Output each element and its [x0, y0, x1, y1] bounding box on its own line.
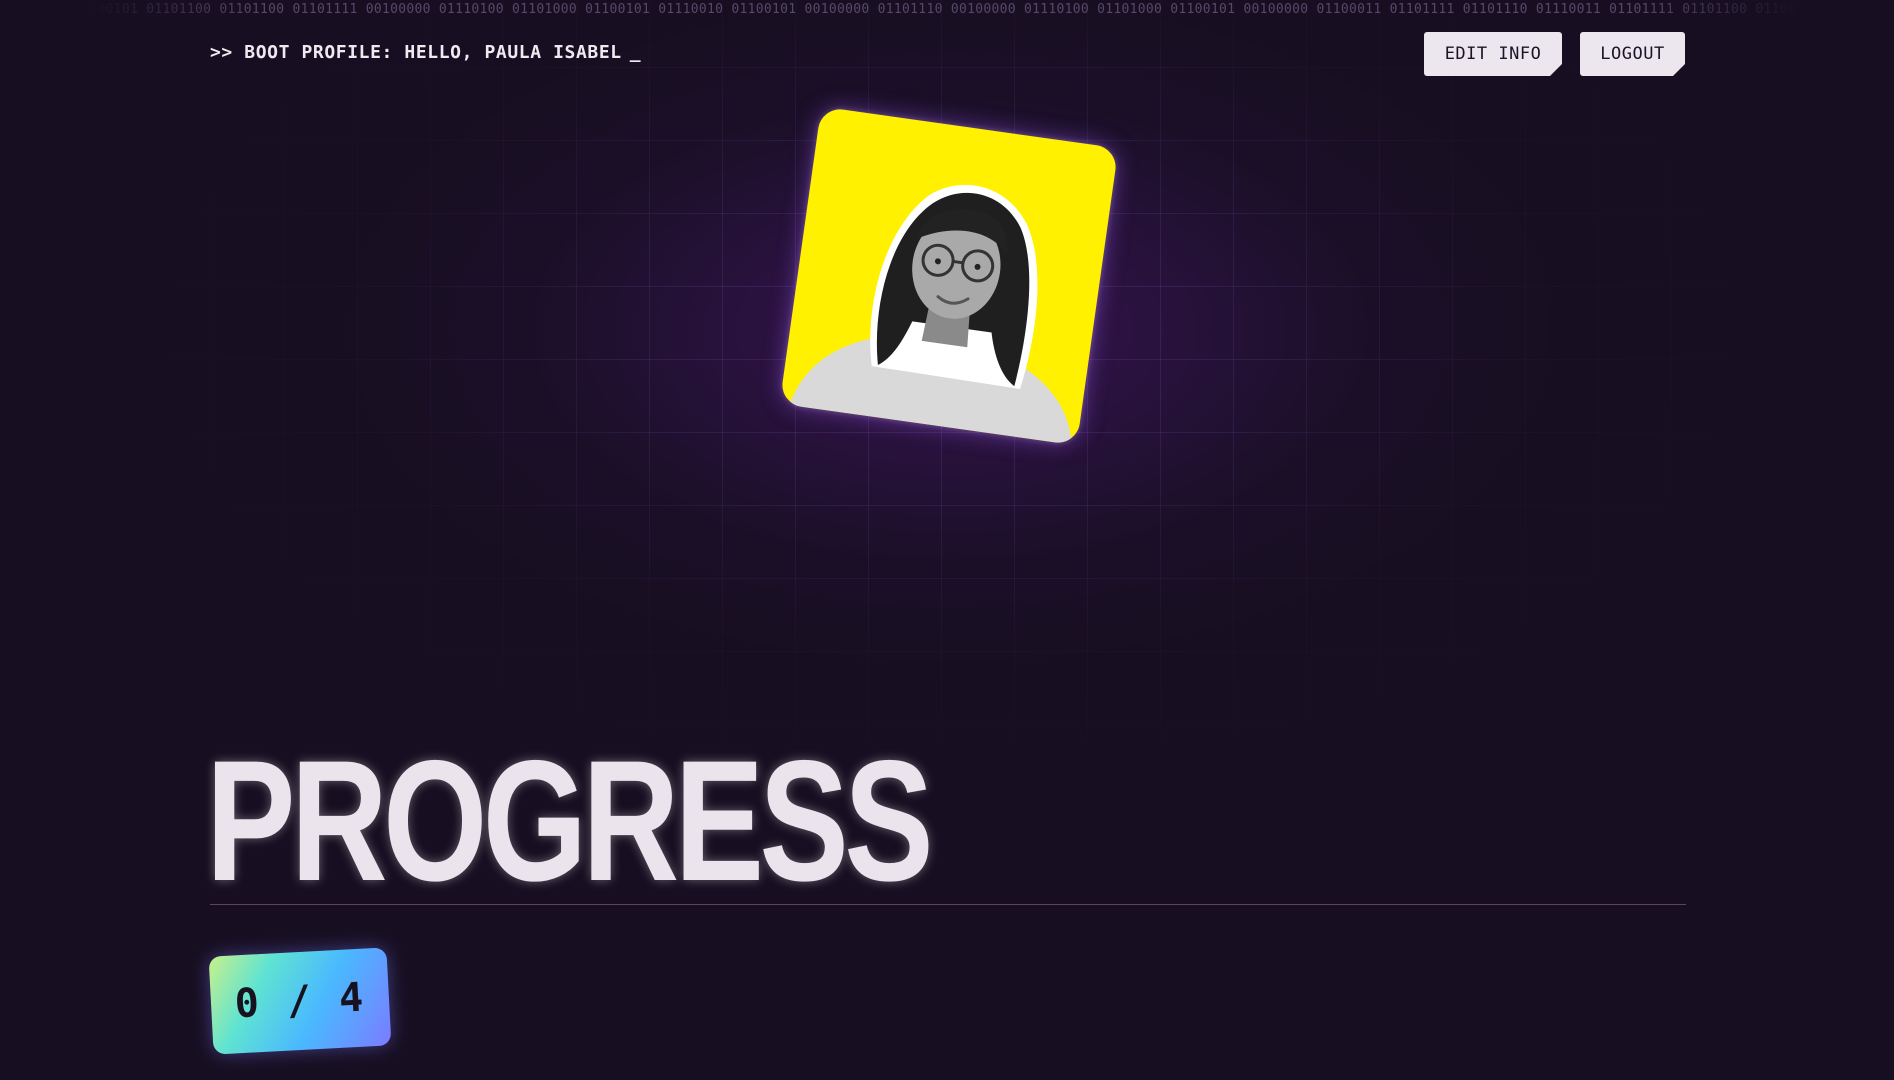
boot-text: >> BOOT PROFILE: HELLO, PAULA ISABEL — [210, 42, 622, 63]
profile-photo-icon — [789, 184, 1072, 445]
logout-button[interactable]: LOGOUT — [1580, 32, 1685, 76]
boot-profile-greeting: >> BOOT PROFILE: HELLO, PAULA ISABEL _ — [210, 42, 641, 63]
progress-counter-badge: 0 / 4 — [208, 947, 392, 1055]
section-divider — [210, 904, 1686, 905]
blinking-cursor: _ — [629, 42, 642, 63]
profile-avatar — [779, 106, 1119, 446]
binary-strip: 01101000 01100101 01101100 01101100 0110… — [0, 2, 1894, 17]
progress-title: PROGRESS — [206, 725, 934, 917]
edit-info-button[interactable]: EDIT INFO — [1424, 32, 1562, 76]
